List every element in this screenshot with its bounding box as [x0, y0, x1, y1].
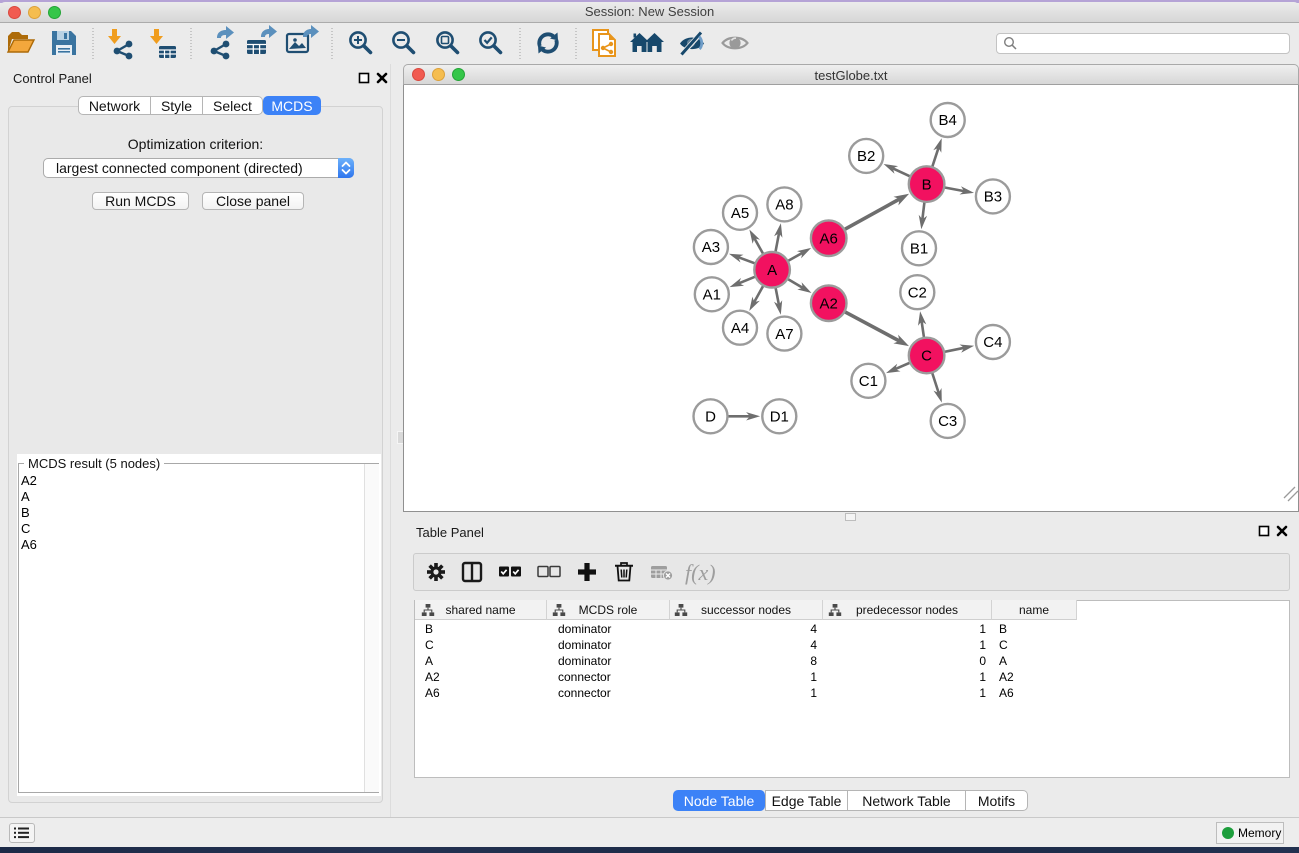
svg-text:B: B: [922, 176, 932, 193]
svg-text:D: D: [705, 409, 716, 426]
svg-text:A8: A8: [775, 197, 793, 214]
svg-text:A3: A3: [702, 239, 720, 256]
svg-text:B2: B2: [857, 148, 875, 165]
svg-text:A6: A6: [820, 230, 838, 247]
svg-text:C4: C4: [983, 334, 1002, 351]
svg-text:C1: C1: [859, 373, 878, 390]
svg-text:C2: C2: [908, 284, 927, 301]
svg-text:C: C: [921, 348, 932, 365]
svg-text:D1: D1: [770, 409, 789, 426]
svg-text:A4: A4: [731, 320, 749, 337]
svg-text:B4: B4: [939, 112, 957, 129]
svg-text:f(x): f(x): [685, 560, 716, 585]
svg-text:B3: B3: [984, 189, 1002, 206]
svg-text:A1: A1: [703, 287, 721, 304]
svg-text:A7: A7: [775, 326, 793, 343]
svg-text:A5: A5: [731, 205, 749, 222]
svg-text:C3: C3: [938, 413, 957, 430]
svg-text:B1: B1: [910, 241, 928, 258]
svg-text:A2: A2: [820, 295, 838, 312]
svg-text:A: A: [767, 262, 777, 279]
